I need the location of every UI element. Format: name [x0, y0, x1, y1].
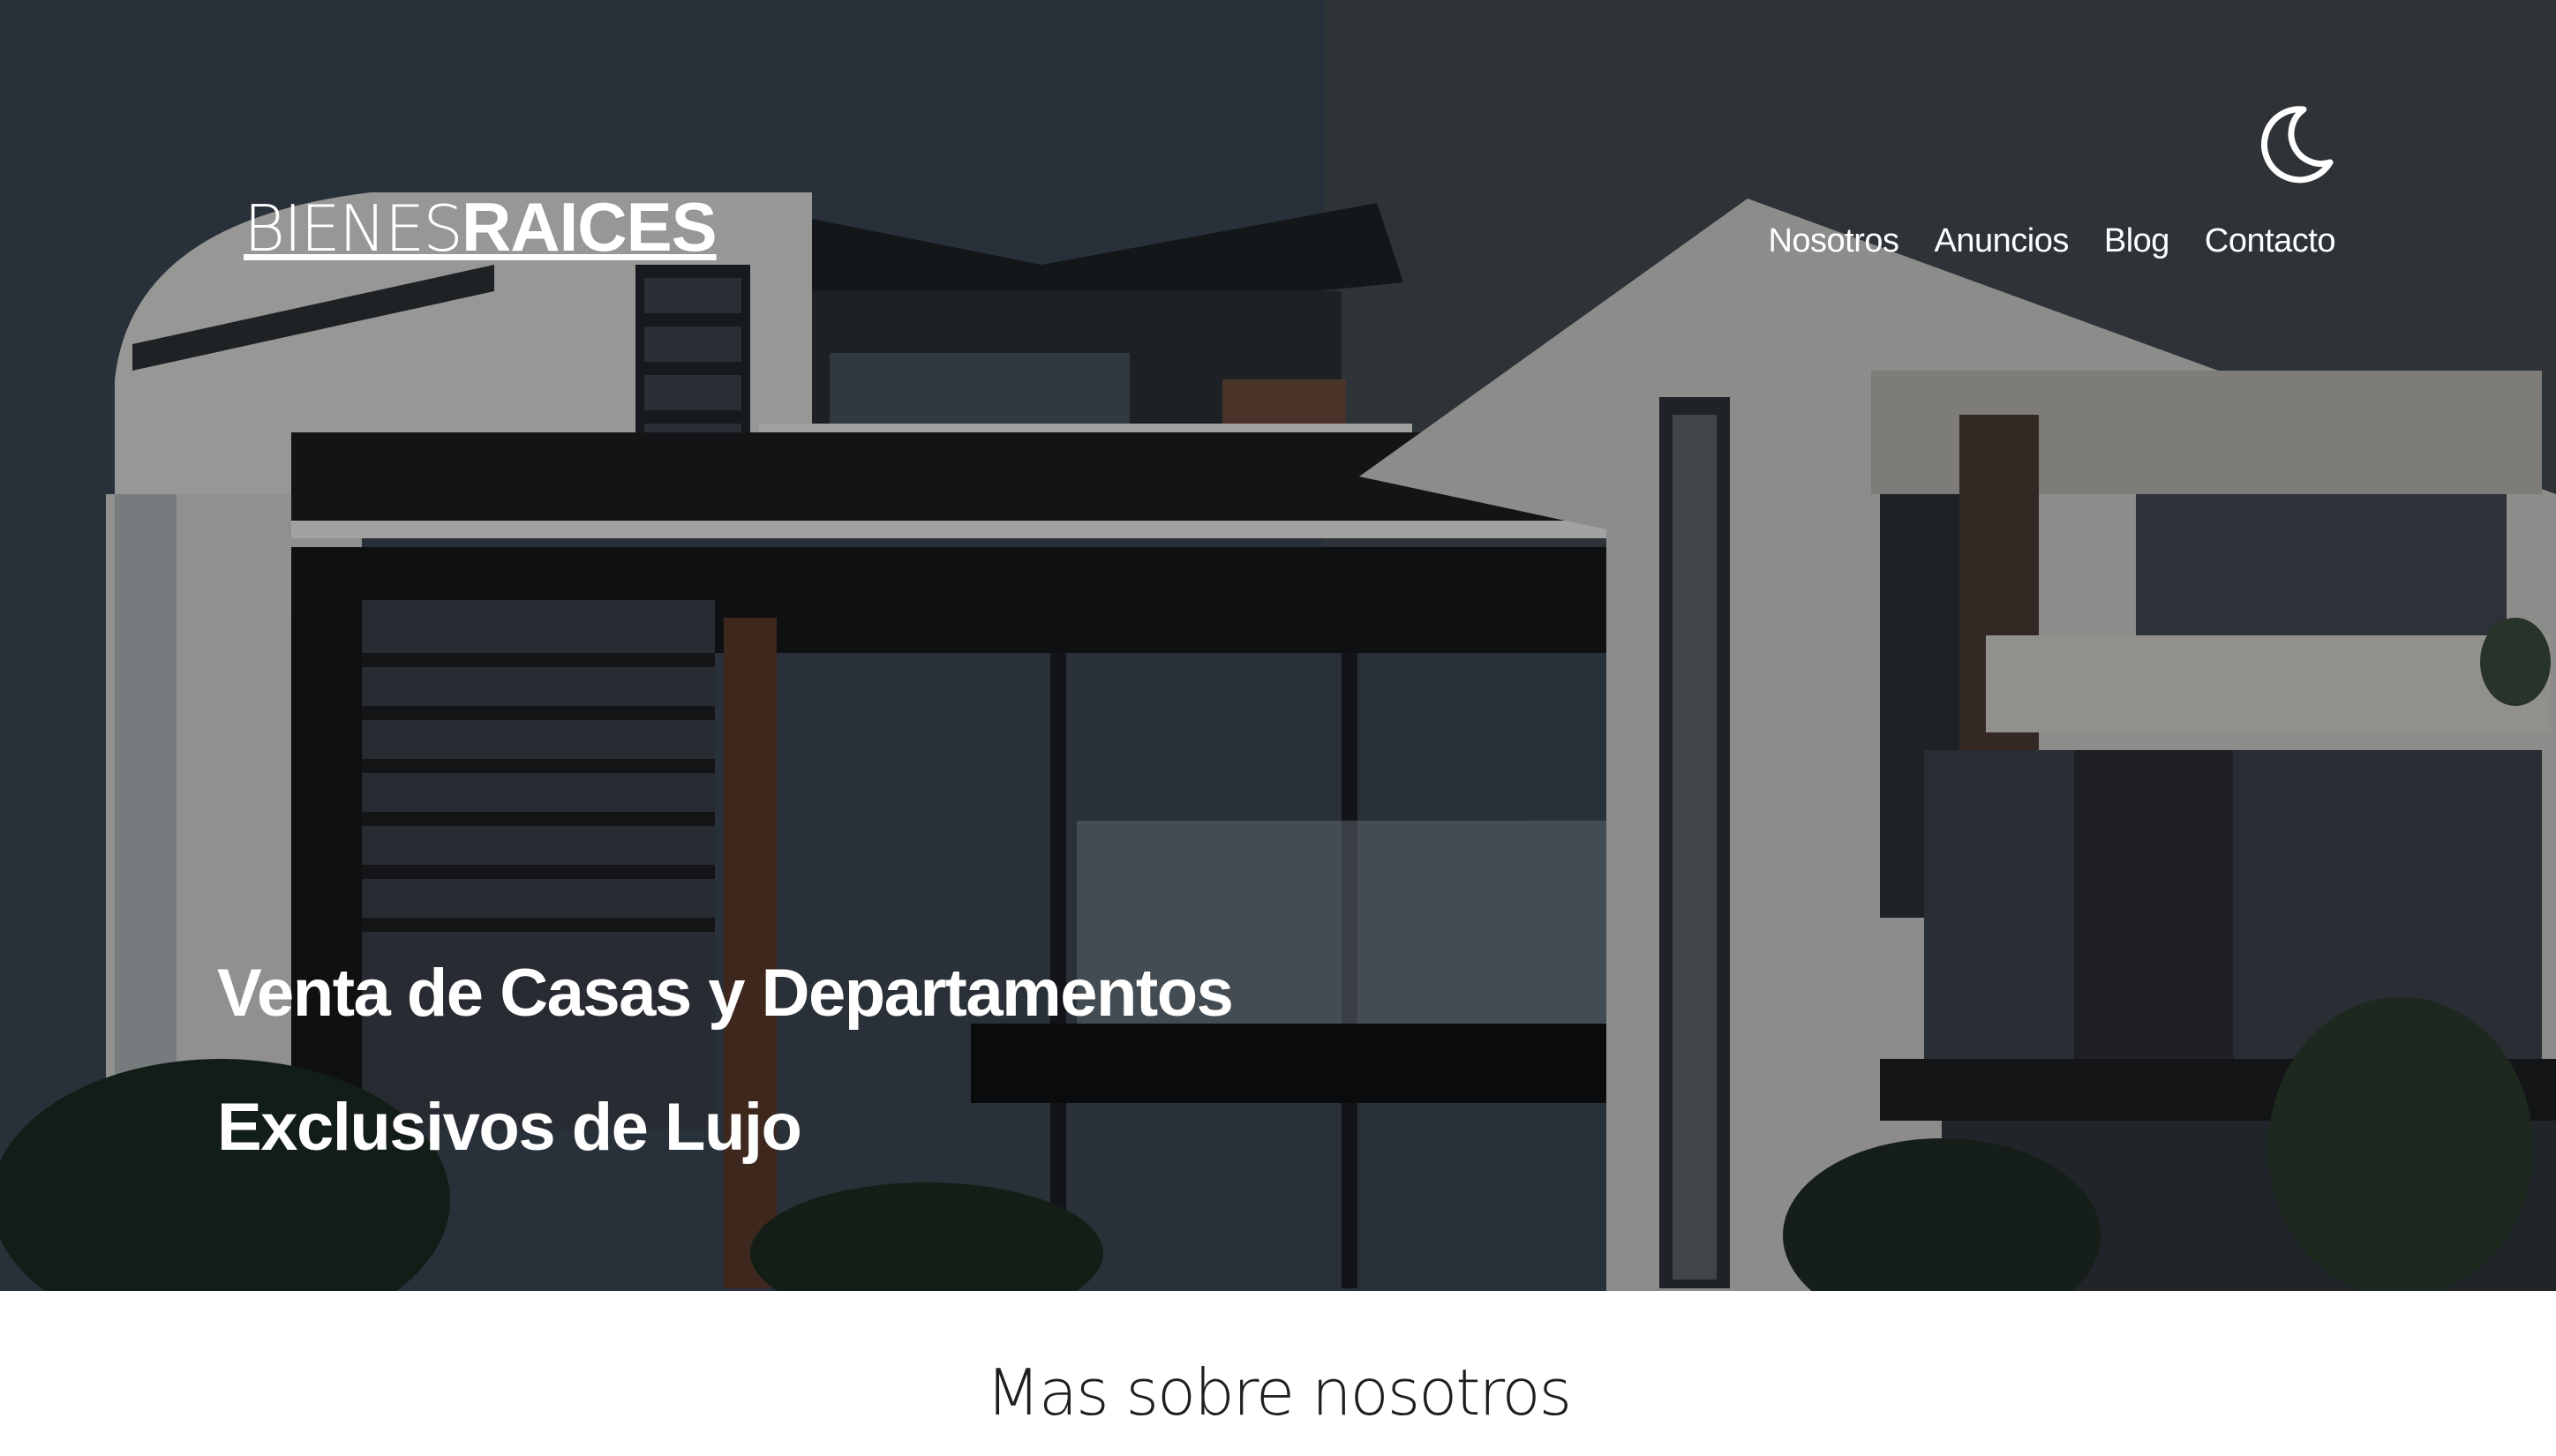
hero-headline-line-1: Venta de Casas y Departamentos — [217, 956, 1234, 1031]
dark-mode-toggle[interactable] — [2259, 104, 2334, 184]
about-section-title: Mas sobre nosotros — [985, 1355, 1572, 1430]
site-logo[interactable]: BIENESRAICES — [244, 192, 718, 261]
logo-bold-text: RAICES — [461, 188, 718, 266]
hero-headline-line-2: Exclusivos de Lujo — [217, 1090, 802, 1165]
nav-link-nosotros[interactable]: Nosotros — [1768, 222, 1899, 260]
nav-link-blog[interactable]: Blog — [2104, 222, 2170, 260]
nav-link-contacto[interactable]: Contacto — [2205, 222, 2336, 260]
nav-link-anuncios[interactable]: Anuncios — [1935, 222, 2070, 260]
logo-light-text: BIENES — [244, 191, 463, 266]
main-nav: Nosotros Anuncios Blog Contacto — [1768, 222, 2335, 260]
moon-icon — [2261, 106, 2334, 184]
